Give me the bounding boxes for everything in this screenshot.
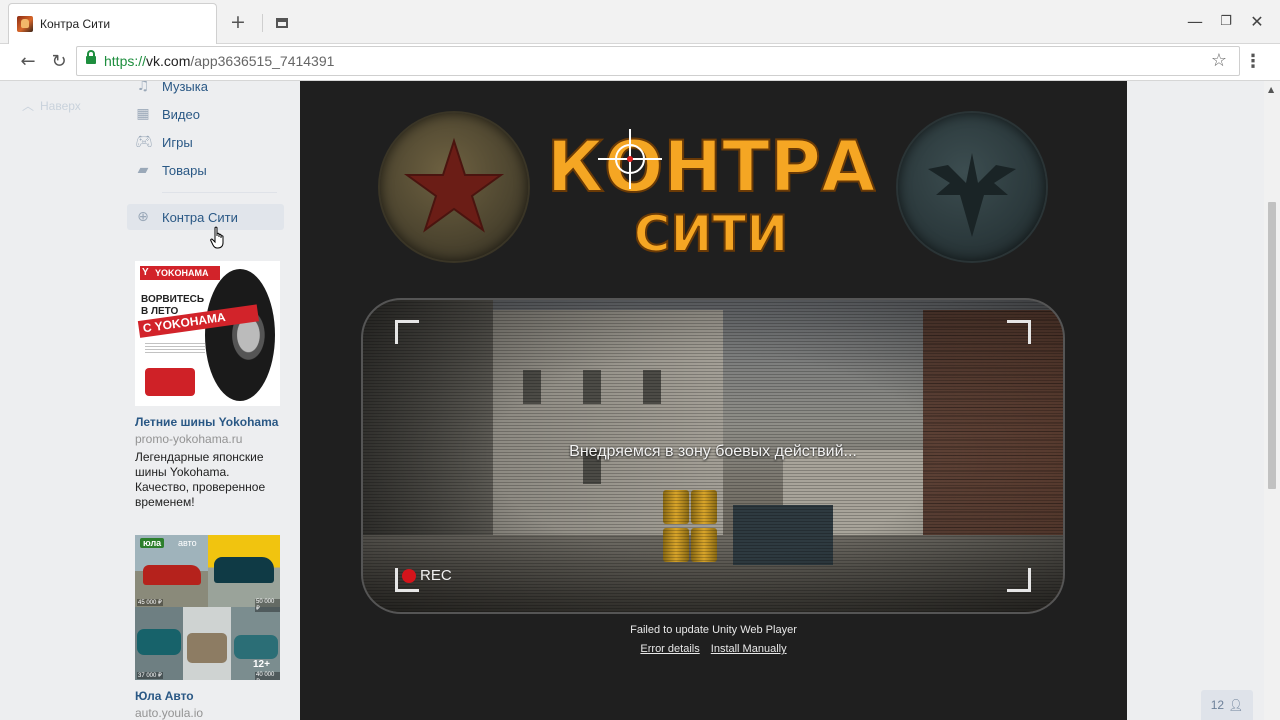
sidebar-divider [162,192,277,193]
tab-overview-icon[interactable] [272,12,292,32]
ad-fineprint [145,343,205,353]
ad-title[interactable]: Летние шины Yokohama [135,415,285,429]
ad-image[interactable]: юла авто 45 000 ₽ 50 000 ₽ 37 000 ₽ 40 0… [135,535,280,680]
loading-screen: REC Внедряемся в зону боевых действий... [361,298,1065,614]
ad-tag: авто [178,538,197,548]
gift-image [145,368,195,396]
shopping-bag-icon: ▰ [137,162,149,178]
svg-text:СИТИ: СИТИ [636,207,786,257]
reload-icon[interactable]: ↻ [47,50,71,74]
kebab-menu-icon[interactable]: ⋮ [1244,50,1262,74]
game-logo-title: КОНТРА [546,125,876,203]
sidebar-item-video[interactable]: ▦ Видео [127,101,284,127]
sidebar-item-kontra-city[interactable]: ⊕ Контра Сити [127,204,284,230]
unity-error-message: Failed to update Unity Web Player [630,624,797,636]
scroll-thumb[interactable] [1268,202,1276,489]
ad-text: Легендарные японские шины Yokohama. Каче… [135,450,266,509]
loading-text: Внедряемся в зону боевых действий... [569,443,857,460]
back-to-top-button[interactable]: ︿ Наверх [22,97,81,114]
music-note-icon: ♫ [136,81,150,94]
person-icon: 👤︎ [1228,698,1244,712]
back-arrow-icon[interactable]: ← [16,50,40,74]
tabstrip-divider [262,14,263,32]
tab-title: Контра Сити [40,17,111,31]
sidebar-item-music[interactable]: ♫ Музыка [127,81,284,99]
app-favicon-icon [17,16,33,32]
viewfinder-corner [395,320,419,344]
scroll-up-arrow-icon[interactable]: ▲ [1268,85,1274,94]
ad-title[interactable]: Юла Авто [135,689,285,703]
age-rating: 12+ [253,659,270,670]
address-bar[interactable]: https://vk.com/app3636515_7414391 ☆ [76,46,1240,76]
ad-image[interactable]: YOKOHAMA ВОРВИТЕСЬ В ЛЕТО С YOKOHAMA [135,261,280,406]
rec-indicator: REC [402,567,452,584]
install-manually-link[interactable]: Install Manually [711,643,787,655]
close-icon[interactable]: ✕ [1247,12,1267,32]
ad-youla[interactable]: юла авто 45 000 ₽ 50 000 ₽ 37 000 ₽ 40 0… [135,535,285,720]
price-label: 40 000 ₽ [255,672,280,680]
error-details-link[interactable]: Error details [640,643,699,655]
url-text[interactable]: https://vk.com/app3636515_7414391 [104,53,334,69]
youla-logo: юла [140,538,165,548]
unity-links: Error details Install Manually [300,643,1127,655]
page-content: ︿ Наверх ♫ Музыка ▦ Видео 🎮︎ Игры ▰ Товар… [0,81,1280,720]
bookmark-star-icon[interactable]: ☆ [1211,50,1227,71]
chevron-up-icon: ︿ [22,99,35,113]
yokohama-logo: YOKOHAMA [140,266,220,280]
film-icon: ▦ [136,106,150,122]
browser-toolbar: ← ↻ https://vk.com/app3636515_7414391 ☆ … [0,44,1280,81]
price-label: 45 000 ₽ [137,599,163,606]
friends-online-button[interactable]: 12 👤︎ [1201,690,1253,720]
ad-yokohama[interactable]: YOKOHAMA ВОРВИТЕСЬ В ЛЕТО С YOKOHAMA Лет… [135,261,285,510]
bird-emblem-icon [898,113,1046,261]
hand-cursor-icon [210,226,224,249]
browser-tabbar: Контра Сити + — ❐ ✕ [0,0,1280,44]
game-logo-subtitle: СИТИ [636,207,786,257]
ad-domain: auto.youla.io [135,706,204,720]
price-label: 50 000 ₽ [255,599,280,612]
page-scrollbar[interactable]: ▲ [1264,81,1280,720]
record-dot-icon [402,568,416,583]
crosshair-icon: ⊕ [137,209,149,225]
sidebar-item-goods[interactable]: ▰ Товары [127,157,284,183]
ad-domain: promo-yokohama.ru [135,432,243,446]
viewfinder-corner [1007,320,1031,344]
game-frame[interactable]: КОНТРА СИТИ REC Внедряемся в зону боевых… [300,81,1127,720]
lock-icon [86,50,96,64]
svg-text:КОНТРА: КОНТРА [547,126,876,203]
tire-image [205,269,275,401]
browser-tab[interactable]: Контра Сити [8,3,217,44]
red-star-emblem-icon [380,113,528,261]
price-label: 37 000 ₽ [137,672,163,679]
sidebar-item-games[interactable]: 🎮︎ Игры [127,129,284,155]
plus-icon[interactable]: + [228,12,248,32]
gamepad-icon: 🎮︎ [135,134,153,150]
viewfinder-corner [1007,568,1031,592]
minimize-icon[interactable]: — [1185,12,1205,32]
maximize-icon[interactable]: ❐ [1216,12,1236,32]
